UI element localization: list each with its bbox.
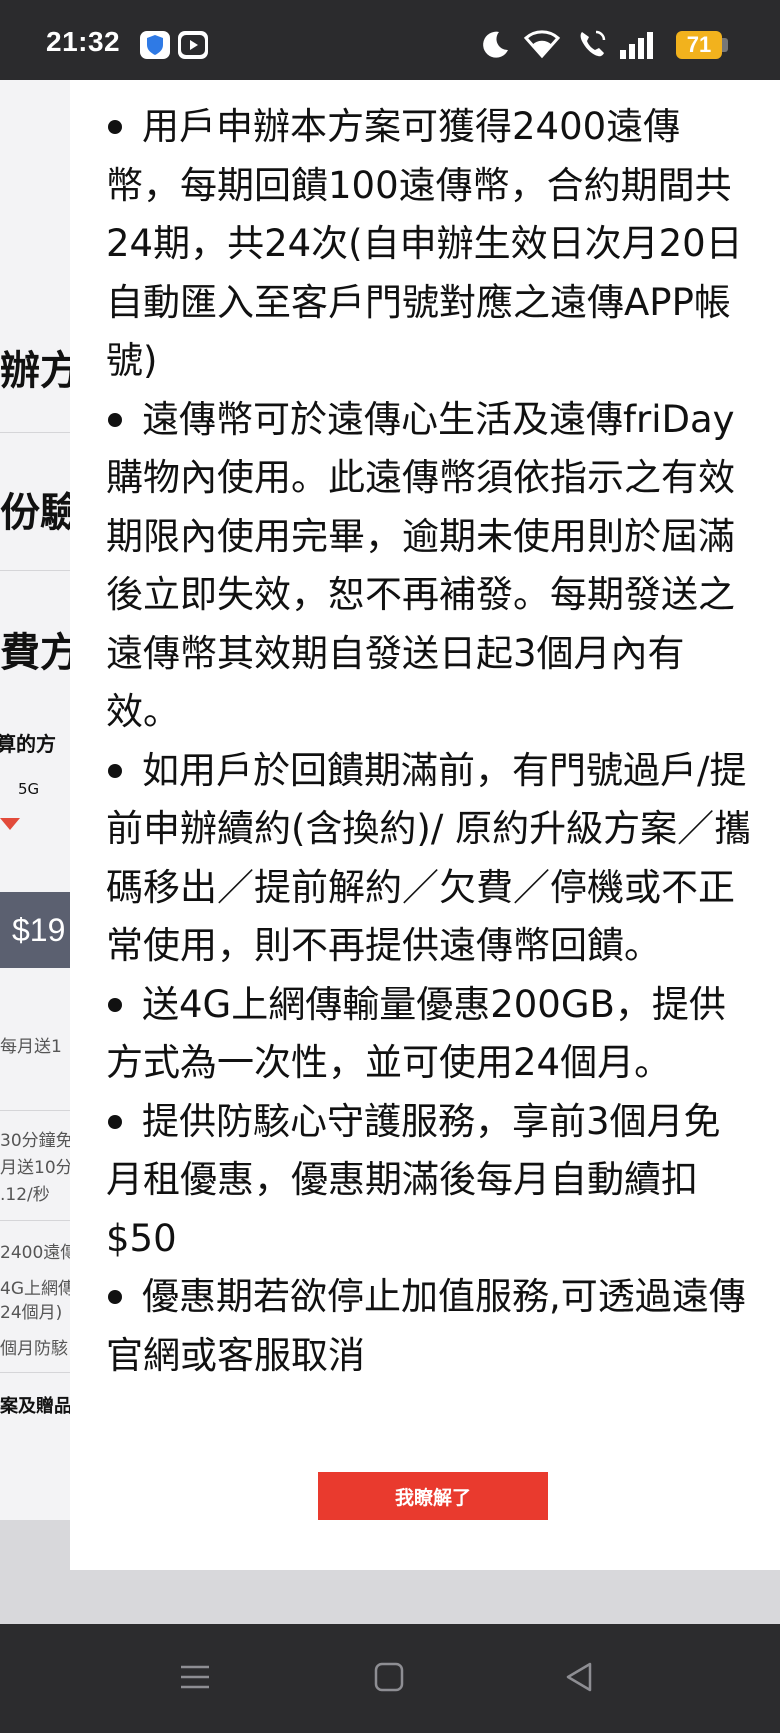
bg-triangle xyxy=(0,818,20,830)
status-bar: 21:32 71 xyxy=(0,0,780,80)
signal-icon xyxy=(620,32,653,59)
terms-text: 用戶申辦本方案可獲得2400遠傳幣，每期回饋100遠傳幣，合約期間共24期，共2… xyxy=(106,105,743,382)
home-icon[interactable] xyxy=(372,1660,406,1694)
bg-divider xyxy=(0,1110,70,1111)
terms-list-item: 送4G上網傳輸量優惠200GB，提供方式為一次性，並可使用24個月。 xyxy=(106,976,754,1093)
terms-text: 送4G上網傳輸量優惠200GB，提供方式為一次性，並可使用24個月。 xyxy=(106,982,726,1085)
bg-heading: 辦方 xyxy=(0,348,70,394)
bg-line: 30分鐘免 xyxy=(0,1131,70,1151)
bg-divider xyxy=(0,1372,70,1373)
moon-icon xyxy=(483,31,508,58)
terms-list-item: 優惠期若欲停止加值服務,可透過遠傳官網或客服取消 xyxy=(106,1268,754,1385)
terms-text: 提供防駭心守護服務，享前3個月免月租優惠，優惠期滿後每月自動續扣$50 xyxy=(106,1099,721,1260)
bg-heading: 費方 xyxy=(0,630,70,676)
bg-heading: 份驗 xyxy=(0,490,70,536)
bg-line: 月送10分 xyxy=(0,1158,70,1178)
bg-price: $19 xyxy=(12,912,66,948)
bg-line: .12/秒 xyxy=(0,1185,50,1205)
bullet-icon xyxy=(108,763,122,778)
battery-tail xyxy=(722,38,728,52)
terms-list-item: 用戶申辦本方案可獲得2400遠傳幣，每期回饋100遠傳幣，合約期間共24期，共2… xyxy=(106,98,754,391)
back-icon[interactable] xyxy=(562,1660,596,1694)
bg-divider xyxy=(0,1220,70,1221)
bg-divider xyxy=(0,432,70,433)
terms-text: 如用戶於回饋期滿前，有門號過戶/提前申辦續約(含換約)/ 原約升級方案／攜碼移出… xyxy=(106,748,752,968)
youtube-icon xyxy=(178,31,208,59)
bullet-icon xyxy=(108,1114,122,1129)
wifi-icon xyxy=(523,30,561,59)
bg-line: 4G上網傳 xyxy=(0,1279,70,1299)
bullet-icon xyxy=(108,120,122,134)
navigation-bar xyxy=(0,1624,780,1733)
background-column: 辦方 份驗 費方 算的方 5G $19 每月送1 30分鐘免 月送10分 .12… xyxy=(0,80,70,1520)
bg-line: 2400遠傳 xyxy=(0,1243,70,1263)
bg-price-box: $19 xyxy=(0,892,70,968)
bg-line: 24個月) xyxy=(0,1303,63,1323)
status-time: 21:32 xyxy=(46,26,121,57)
terms-list-item: 遠傳幣可於遠傳心生活及遠傳friDay購物內使用。此遠傳幣須依指示之有效期限內使… xyxy=(106,391,754,742)
terms-text: 遠傳幣可於遠傳心生活及遠傳friDay購物內使用。此遠傳幣須依指示之有效期限內使… xyxy=(106,397,735,734)
bg-subheading: 算的方 xyxy=(0,732,56,756)
call-icon xyxy=(580,30,606,57)
terms-list: 用戶申辦本方案可獲得2400遠傳幣，每期回饋100遠傳幣，合約期間共24期，共2… xyxy=(106,98,754,1385)
terms-list-item: 提供防駭心守護服務，享前3個月免月租優惠，優惠期滿後每月自動續扣$50 xyxy=(106,1093,754,1269)
shield-icon xyxy=(140,31,170,59)
bullet-icon xyxy=(108,997,122,1012)
bg-divider xyxy=(0,570,70,571)
terms-list-item: 如用戶於回饋期滿前，有門號過戶/提前申辦續約(含換約)/ 原約升級方案／攜碼移出… xyxy=(106,742,754,976)
menu-icon[interactable] xyxy=(178,1660,212,1694)
bullet-icon xyxy=(108,1290,122,1304)
bullet-icon xyxy=(108,412,122,427)
confirm-button[interactable]: 我瞭解了 xyxy=(318,1472,548,1520)
battery-icon: 71 xyxy=(676,31,722,59)
bg-line: 每月送1 xyxy=(0,1037,62,1057)
bg-tag: 5G xyxy=(18,780,40,798)
bg-line: 案及贈品 xyxy=(0,1396,70,1417)
battery-level: 71 xyxy=(686,32,712,57)
terms-modal: 用戶申辦本方案可獲得2400遠傳幣，每期回饋100遠傳幣，合約期間共24期，共2… xyxy=(70,80,780,1570)
bg-line: 個月防駭 xyxy=(0,1339,68,1359)
terms-text: 優惠期若欲停止加值服務,可透過遠傳官網或客服取消 xyxy=(106,1275,746,1377)
